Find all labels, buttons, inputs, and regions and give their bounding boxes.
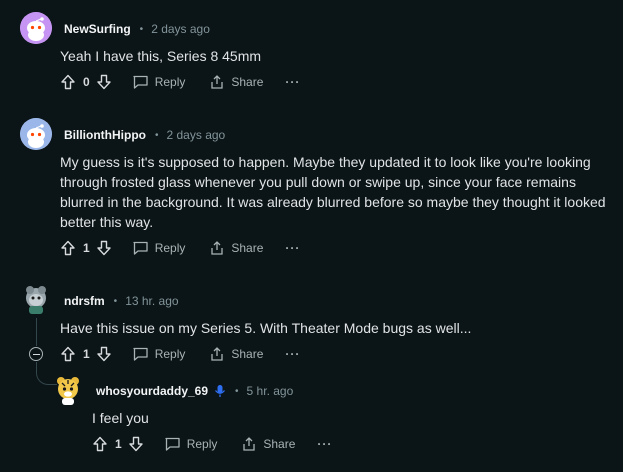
separator-dot: • <box>139 23 144 35</box>
reply-button[interactable]: Reply <box>132 240 186 256</box>
comment-body: Yeah I have this, Series 8 45mm <box>60 48 262 64</box>
more-options-button[interactable]: ··· <box>285 241 300 255</box>
vote-count: 1 <box>83 347 90 361</box>
author-name[interactable]: whosyourdaddy_69 <box>96 384 208 398</box>
tiger-avatar-icon <box>57 377 79 405</box>
reply-button[interactable]: Reply <box>132 346 186 362</box>
comment-body: Have this issue on my Series 5. With The… <box>60 320 472 336</box>
comment-bubble-icon <box>165 437 180 451</box>
share-button[interactable]: Share <box>209 346 263 362</box>
upvote-icon[interactable] <box>60 74 76 90</box>
share-button[interactable]: Share <box>209 240 263 256</box>
share-button[interactable]: Share <box>241 436 295 452</box>
avatar[interactable] <box>20 12 52 44</box>
custom-avatar-icon <box>26 286 46 314</box>
upvote-icon[interactable] <box>60 240 76 256</box>
downvote-icon[interactable] <box>96 240 112 256</box>
reply-label: Reply <box>186 437 218 451</box>
more-options-button[interactable]: ··· <box>317 437 332 451</box>
avatar[interactable] <box>52 374 84 406</box>
vote-count: 1 <box>83 241 90 255</box>
reply-label: Reply <box>154 347 186 361</box>
reply-button[interactable]: Reply <box>164 436 218 452</box>
timestamp[interactable]: 5 hr. ago <box>247 384 294 398</box>
author-name[interactable]: NewSurfing <box>64 22 131 36</box>
share-icon <box>211 75 224 89</box>
share-label: Share <box>263 437 296 451</box>
comment-bubble-icon <box>133 75 148 89</box>
thread-line-ndrsfm <box>36 318 37 346</box>
timestamp[interactable]: 2 days ago <box>167 128 226 142</box>
separator-dot: • <box>113 295 118 307</box>
upvote-icon[interactable] <box>60 346 76 362</box>
downvote-icon[interactable] <box>96 346 112 362</box>
more-options-button[interactable]: ··· <box>285 347 300 361</box>
separator-dot: • <box>154 129 159 141</box>
collapse-thread-button[interactable] <box>29 347 43 361</box>
share-label: Share <box>231 347 264 361</box>
share-button[interactable]: Share <box>209 74 263 90</box>
share-icon <box>211 347 224 361</box>
avatar[interactable] <box>20 284 52 316</box>
timestamp[interactable]: 13 hr. ago <box>125 294 178 308</box>
more-options-button[interactable]: ··· <box>285 75 300 89</box>
share-label: Share <box>231 75 264 89</box>
downvote-icon[interactable] <box>128 436 144 452</box>
snoo-avatar-icon <box>20 118 52 150</box>
downvote-icon[interactable] <box>96 74 112 90</box>
separator-dot: • <box>235 385 239 397</box>
reply-label: Reply <box>154 75 186 89</box>
vote-count: 0 <box>83 75 90 89</box>
microphone-badge-icon <box>215 385 226 397</box>
upvote-icon[interactable] <box>92 436 108 452</box>
comment-body: I feel you <box>92 410 149 426</box>
author-name[interactable]: BillionthHippo <box>64 128 146 142</box>
timestamp[interactable]: 2 days ago <box>151 22 210 36</box>
avatar[interactable] <box>20 118 52 150</box>
author-name[interactable]: ndrsfm <box>64 294 105 308</box>
snoo-avatar-icon <box>20 12 52 44</box>
comment-bubble-icon <box>133 347 148 361</box>
share-label: Share <box>231 241 264 255</box>
reply-label: Reply <box>154 241 186 255</box>
share-icon <box>211 241 224 255</box>
reply-button[interactable]: Reply <box>132 74 186 90</box>
comment-bubble-icon <box>133 241 148 255</box>
comment-body: My guess is it's supposed to happen. May… <box>60 154 606 230</box>
vote-count: 1 <box>115 437 122 451</box>
minus-icon <box>32 353 40 355</box>
share-icon <box>243 437 256 451</box>
